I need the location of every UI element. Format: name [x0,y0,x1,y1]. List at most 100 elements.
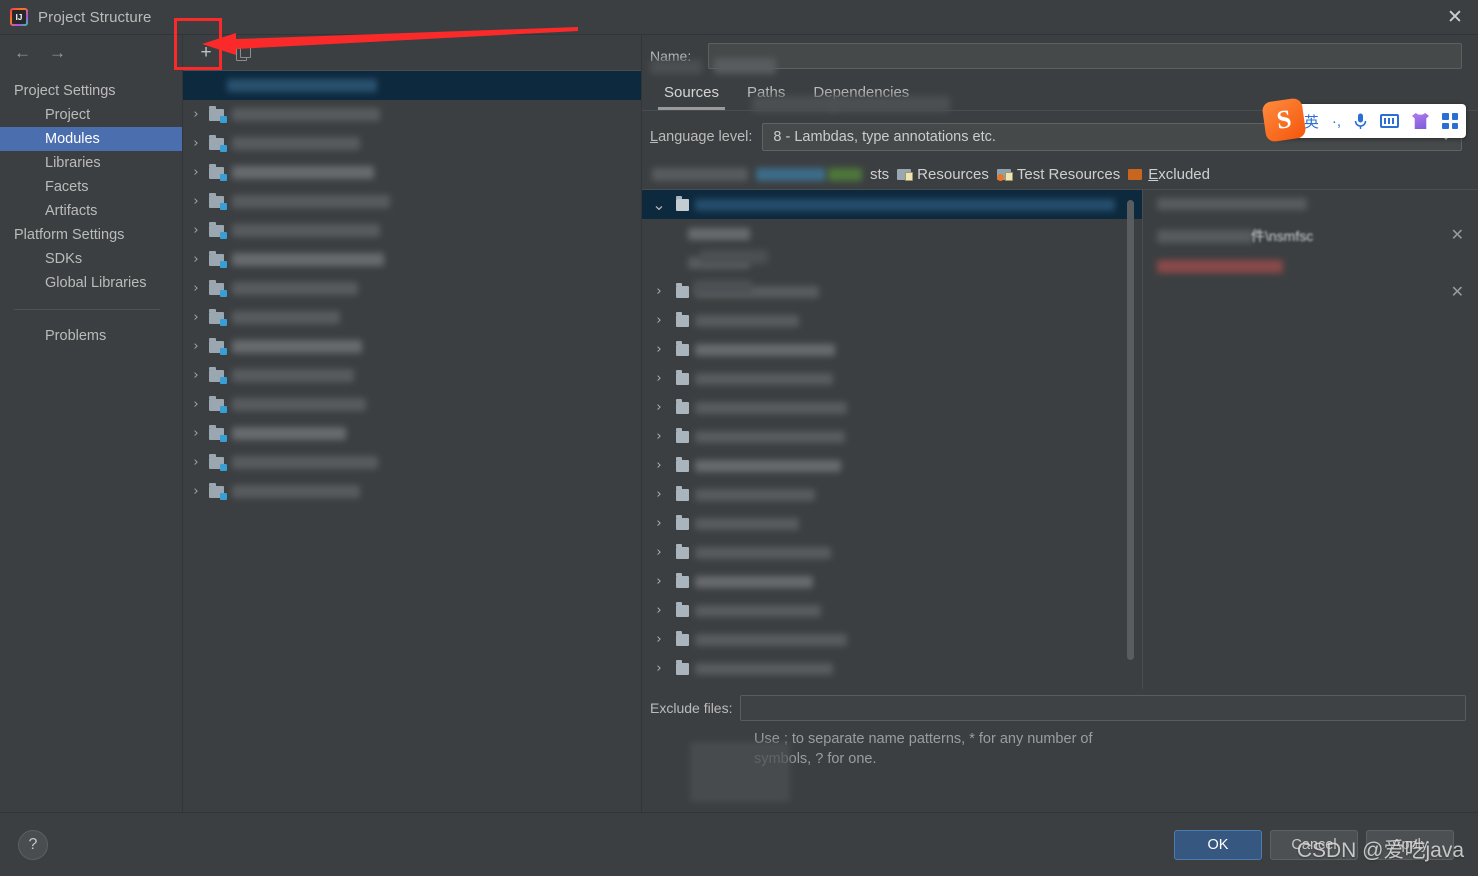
module-name-input[interactable] [708,43,1462,69]
marker-sources-redacted[interactable] [652,167,748,181]
chevron-right-icon[interactable]: › [183,426,209,441]
marker-resources[interactable]: Resources [897,166,989,183]
chevron-right-icon[interactable]: › [183,223,209,238]
content-tree-row[interactable]: › [642,335,1142,364]
chevron-right-icon[interactable]: › [183,252,209,267]
module-tree-row[interactable]: › [183,361,641,390]
content-tree-row[interactable]: › [642,422,1142,451]
chevron-right-icon[interactable]: › [642,429,676,444]
content-tree-row[interactable] [642,219,1142,248]
content-tree-row[interactable]: › [642,538,1142,567]
microphone-icon[interactable] [1354,113,1367,130]
sidebar-item-project[interactable]: Project [0,103,182,127]
sidebar-item-artifacts[interactable]: Artifacts [0,199,182,223]
module-tree-row[interactable]: › [183,303,641,332]
tab-sources[interactable]: Sources [650,80,733,110]
ok-button[interactable]: OK [1174,829,1262,860]
module-tree[interactable]: › › › › › › › › › › › › › › [183,71,641,506]
copy-module-button[interactable] [229,39,259,67]
close-icon[interactable]: ✕ [1432,0,1478,34]
ime-language-mode[interactable]: 英 [1304,111,1319,132]
content-tree-row[interactable]: › [642,567,1142,596]
chevron-right-icon[interactable]: › [183,107,209,122]
marker-excluded[interactable]: Excluded [1128,166,1210,183]
path-row[interactable]: 件\nsmfsc ✕ [1143,218,1478,254]
chevron-right-icon[interactable]: › [183,165,209,180]
chevron-right-icon[interactable]: › [183,194,209,209]
content-tree-row[interactable]: › [642,393,1142,422]
marker-tests-redacted[interactable] [756,167,826,181]
chevron-down-icon[interactable]: ⌄ [642,196,676,212]
marker-tests2-redacted[interactable] [828,167,862,181]
add-module-button[interactable]: + [191,39,221,67]
marker-tests[interactable]: Tests sts [866,166,889,183]
chevron-right-icon[interactable]: › [183,136,209,151]
apply-button[interactable]: Apply [1366,829,1454,860]
sidebar-item-problems[interactable]: Problems [0,324,182,348]
content-tree-row[interactable]: › [642,480,1142,509]
content-tree-row[interactable]: › [642,306,1142,335]
content-tree-row[interactable]: › [642,654,1142,683]
chevron-right-icon[interactable]: › [642,371,676,386]
content-tree-row[interactable]: › [642,625,1142,654]
sidebar-item-modules[interactable]: Modules [0,127,182,151]
help-button[interactable]: ? [18,829,48,860]
chevron-right-icon[interactable]: › [642,400,676,415]
module-tree-row[interactable]: › [183,129,641,158]
path-row[interactable]: ✕ [1143,254,1478,301]
content-tree-row[interactable]: › [642,451,1142,480]
chevron-right-icon[interactable]: › [642,284,676,299]
sidebar-item-facets[interactable]: Facets [0,175,182,199]
content-tree[interactable]: ⌄ › › › › › › › › › › › › › › [642,190,1142,689]
chevron-right-icon[interactable]: › [183,310,209,325]
module-tree-row[interactable]: › [183,390,641,419]
remove-path-icon[interactable]: ✕ [1451,228,1464,244]
content-tree-row[interactable]: › [642,364,1142,393]
module-tree-row[interactable]: › [183,187,641,216]
module-tree-row[interactable] [183,71,641,100]
sidebar-item-libraries[interactable]: Libraries [0,151,182,175]
chevron-right-icon[interactable]: › [642,458,676,473]
chevron-right-icon[interactable]: › [183,397,209,412]
exclude-files-input[interactable] [740,695,1466,721]
chevron-right-icon[interactable]: › [642,487,676,502]
content-tree-row[interactable]: › [642,509,1142,538]
forward-arrow-icon[interactable]: → [49,43,66,63]
keyboard-icon[interactable] [1380,114,1399,128]
back-arrow-icon[interactable]: ← [14,43,31,63]
module-tree-row[interactable]: › [183,216,641,245]
module-tree-row[interactable]: › [183,448,641,477]
content-tree-row[interactable]: › [642,596,1142,625]
sogou-logo-icon[interactable]: S [1261,97,1307,143]
chevron-right-icon[interactable]: › [642,632,676,647]
module-tree-row[interactable]: › [183,419,641,448]
chevron-right-icon[interactable]: › [183,455,209,470]
remove-path-icon[interactable]: ✕ [1451,285,1464,301]
module-tree-row[interactable]: › [183,158,641,187]
chevron-right-icon[interactable]: › [183,368,209,383]
chevron-right-icon[interactable]: › [642,545,676,560]
sidebar-item-global-libraries[interactable]: Global Libraries [0,271,182,295]
path-row[interactable] [1143,190,1478,218]
module-tree-row[interactable]: › [183,332,641,361]
module-tree-row[interactable]: › [183,274,641,303]
module-tree-row[interactable]: › [183,477,641,506]
chevron-right-icon[interactable]: › [642,313,676,328]
chevron-right-icon[interactable]: › [642,574,676,589]
ime-punctuation-mode[interactable]: ·, [1332,113,1341,130]
chevron-right-icon[interactable]: › [642,661,676,676]
sidebar-item-sdks[interactable]: SDKs [0,247,182,271]
content-tree-scrollbar[interactable] [1127,200,1134,660]
content-tree-row[interactable]: ⌄ [642,190,1142,219]
apps-icon[interactable] [1442,113,1458,129]
chevron-right-icon[interactable]: › [642,603,676,618]
module-tree-row[interactable]: › [183,100,641,129]
chevron-right-icon[interactable]: › [183,484,209,499]
module-tree-row[interactable]: › [183,245,641,274]
chevron-right-icon[interactable]: › [183,339,209,354]
chevron-right-icon[interactable]: › [642,516,676,531]
cancel-button[interactable]: Cancel [1270,829,1358,860]
chevron-right-icon[interactable]: › [642,342,676,357]
skin-icon[interactable] [1412,113,1429,129]
marker-test-resources[interactable]: Test Resources [996,166,1120,183]
